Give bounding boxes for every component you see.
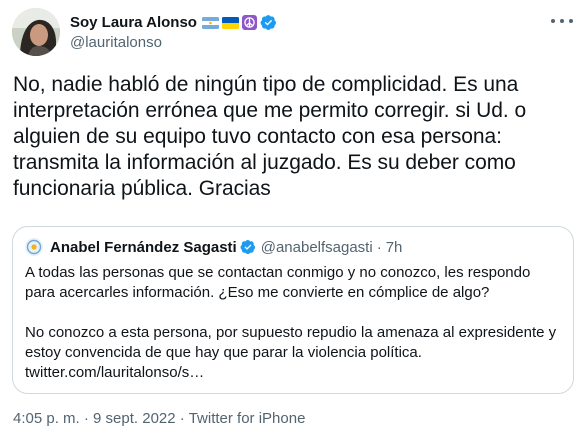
tweet-card: Soy Laura Alonso @lauritalonso No, nadie… bbox=[0, 0, 585, 435]
tweet-source[interactable]: Twitter for iPhone bbox=[189, 410, 306, 427]
quoted-time[interactable]: 7h bbox=[386, 239, 403, 256]
quoted-text: A todas las personas que se contactan co… bbox=[25, 263, 561, 383]
quoted-separator: · bbox=[376, 238, 382, 256]
flag-ukraine-icon bbox=[221, 16, 239, 29]
quoted-display-name[interactable]: Anabel Fernández Sagasti bbox=[50, 239, 237, 256]
quoted-tweet[interactable]: Anabel Fernández Sagasti @anabelfsagasti… bbox=[12, 226, 574, 394]
more-options-icon[interactable] bbox=[551, 12, 573, 30]
meta-separator: · bbox=[83, 410, 89, 427]
author-handle[interactable]: @lauritalonso bbox=[70, 34, 162, 51]
quoted-handle[interactable]: @anabelfsagasti bbox=[261, 239, 373, 256]
author-name-line: Soy Laura Alonso bbox=[70, 12, 277, 32]
quoted-paragraph: A todas las personas que se contactan co… bbox=[25, 264, 531, 301]
tweet-text: No, nadie habló de ningún tipo de compli… bbox=[13, 73, 527, 200]
meta-separator: · bbox=[179, 410, 185, 427]
peace-icon bbox=[241, 14, 257, 30]
verified-icon bbox=[260, 14, 277, 31]
author-avatar[interactable] bbox=[12, 8, 60, 56]
flag-argentina-icon bbox=[201, 16, 219, 29]
quoted-link[interactable]: twitter.com/lauritalonso/s… bbox=[25, 363, 561, 383]
quoted-paragraph: No conozco a esta persona, por supuesto … bbox=[25, 324, 557, 361]
author-display-name[interactable]: Soy Laura Alonso bbox=[70, 14, 197, 31]
tweet-time[interactable]: 4:05 p. m. bbox=[13, 410, 80, 427]
verified-icon bbox=[240, 239, 256, 255]
quoted-header: Anabel Fernández Sagasti @anabelfsagasti… bbox=[25, 238, 402, 256]
quoted-avatar bbox=[25, 238, 43, 256]
tweet-date[interactable]: 9 sept. 2022 bbox=[93, 410, 176, 427]
tweet-metadata: 4:05 p. m. · 9 sept. 2022 · Twitter for … bbox=[13, 410, 305, 427]
